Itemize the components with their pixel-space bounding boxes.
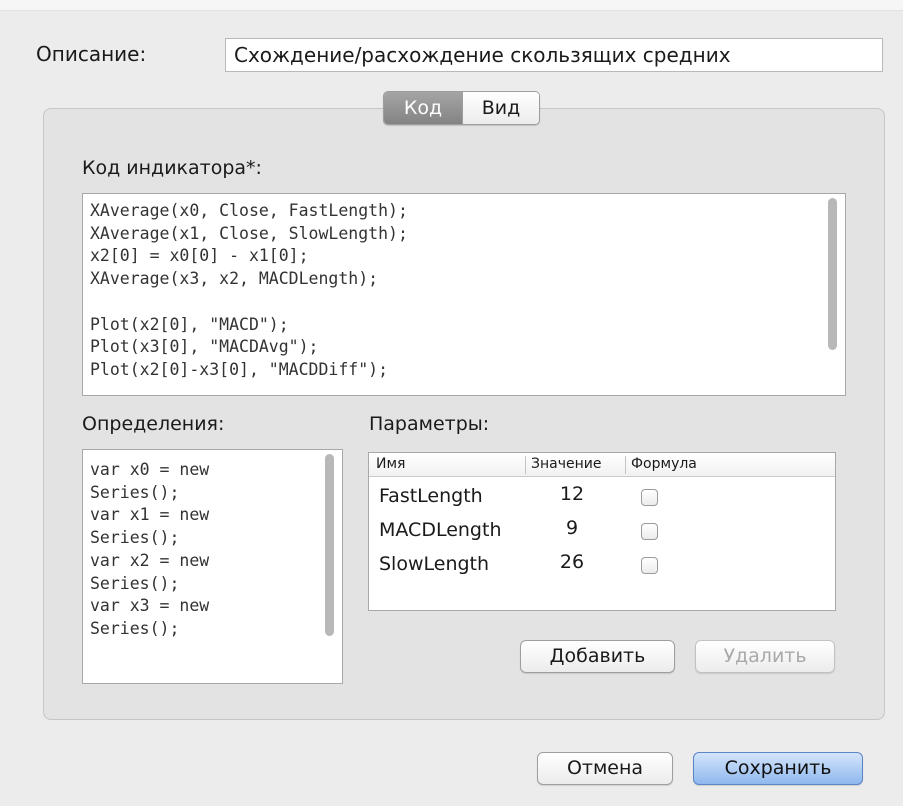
code-scrollbar[interactable] (828, 198, 837, 350)
param-name: FastLength (379, 485, 483, 507)
add-parameter-button[interactable]: Добавить (520, 640, 675, 673)
parameters-label: Параметры: (369, 413, 490, 435)
delete-parameter-button[interactable]: Удалить (695, 640, 835, 673)
column-header-formula[interactable]: Формула (631, 456, 697, 472)
definitions-scrollbar[interactable] (325, 454, 334, 636)
table-row[interactable]: MACDLength 9 (369, 517, 835, 547)
param-value[interactable]: 9 (529, 517, 615, 539)
formula-checkbox[interactable] (641, 557, 658, 574)
window-top-edge (0, 0, 903, 11)
param-value[interactable]: 12 (529, 483, 615, 505)
param-value[interactable]: 26 (529, 551, 615, 573)
indicator-code-text[interactable]: XAverage(x0, Close, FastLength); XAverag… (90, 200, 408, 382)
column-header-value[interactable]: Значение (531, 456, 601, 472)
param-name: MACDLength (379, 519, 502, 541)
parameters-table[interactable]: Имя Значение Формула FastLength 12 MACDL… (368, 452, 836, 611)
tab-view[interactable]: Вид (462, 92, 539, 124)
tab-control: Код Вид (383, 91, 540, 125)
definitions-editor[interactable]: var x0 = new Series(); var x1 = new Seri… (82, 449, 343, 684)
indicator-code-label: Код индикатора*: (82, 157, 262, 179)
definitions-label: Определения: (82, 413, 225, 435)
save-button[interactable]: Сохранить (693, 752, 863, 785)
column-header-name[interactable]: Имя (376, 456, 405, 472)
description-label: Описание: (36, 42, 147, 66)
param-name: SlowLength (379, 553, 490, 575)
formula-checkbox[interactable] (641, 523, 658, 540)
column-divider (625, 456, 626, 474)
tab-code[interactable]: Код (384, 92, 462, 124)
formula-checkbox[interactable] (641, 489, 658, 506)
table-row[interactable]: FastLength 12 (369, 483, 835, 513)
indicator-code-editor[interactable]: XAverage(x0, Close, FastLength); XAverag… (82, 193, 846, 396)
definitions-text[interactable]: var x0 = new Series(); var x1 = new Seri… (90, 459, 209, 641)
parameters-table-header: Имя Значение Формула (369, 453, 835, 477)
cancel-button[interactable]: Отмена (537, 752, 673, 785)
column-divider (525, 456, 526, 474)
table-row[interactable]: SlowLength 26 (369, 551, 835, 581)
description-input[interactable]: Схождение/расхождение скользящих средних (225, 38, 883, 72)
